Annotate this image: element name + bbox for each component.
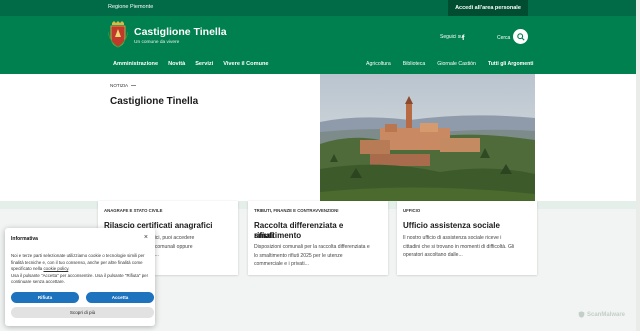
card-category[interactable]: UFFICIO (403, 208, 420, 213)
card-title[interactable]: Ufficio assistenza sociale (403, 221, 531, 231)
scrollbar[interactable] (636, 0, 640, 331)
nav-item-vivere-il-comune[interactable]: Vivere il Comune (223, 61, 268, 67)
cookie-text-line: Noi e terze parti selezionate utilizziam… (11, 253, 145, 258)
search-button[interactable] (513, 29, 528, 44)
watermark-text: ScanMalware (587, 311, 626, 318)
cookie-banner: Informativa × Noi e terze parti selezion… (5, 228, 155, 326)
service-card[interactable]: TRIBUTI, FINANZE E CONTRAVVENZIONI Racco… (248, 201, 388, 275)
card-category[interactable]: ANAGRAFE E STATO CIVILE (104, 208, 163, 213)
nav-item-novita[interactable]: Novità (168, 61, 185, 67)
hero-title[interactable]: Castiglione Tinella (110, 96, 198, 107)
site-tagline: Un comune da vivere (134, 40, 180, 45)
secondary-navigation: Agricoltura Biblioteca Giornale Castión … (366, 61, 533, 67)
top-bar: Regione Piemonte Accedi all'area persona… (0, 0, 640, 16)
card-description-line: Disposizioni comunali per la raccolta di… (254, 244, 370, 250)
municipal-crest-icon[interactable] (108, 20, 128, 48)
nav-item-giornale[interactable]: Giornale Castión (437, 61, 476, 67)
hero-village-photo (320, 74, 535, 201)
search-icon (516, 32, 525, 41)
watermark: ScanMalware (578, 311, 625, 318)
card-title-line[interactable]: rifiuti (254, 231, 382, 241)
card-description-line: Il nostro ufficio di assistenza sociale … (403, 235, 502, 241)
nav-item-servizi[interactable]: Servizi (195, 61, 213, 67)
facebook-icon[interactable]: f (462, 33, 468, 42)
nav-item-agricoltura[interactable]: Agricoltura (366, 61, 391, 67)
card-description-line: lo smaltimento rifiuti 2025 per le utenz… (254, 252, 343, 259)
main-navigation: Amministrazione Novità Servizi Vivere il… (113, 61, 279, 67)
region-link[interactable]: Regione Piemonte (108, 4, 153, 10)
nav-item-all-topics[interactable]: Tutti gli Argomenti (488, 61, 534, 67)
deny-button[interactable]: Rifiuta (11, 292, 79, 303)
site-title[interactable]: Castiglione Tinella (134, 26, 227, 38)
cookie-policy-link[interactable]: cookie policy (43, 266, 68, 271)
learn-more-button[interactable]: Scopri di più (11, 307, 154, 318)
cookie-text-fragment: specificato nella (11, 266, 43, 271)
card-category[interactable]: TRIBUTI, FINANZE E CONTRAVVENZIONI (254, 208, 338, 213)
personal-area-button[interactable]: Accedi all'area personale (448, 0, 528, 16)
card-description-line: cittadini che si trovano in momenti di d… (403, 243, 515, 250)
cookie-text-line: continuare senza accettare. (11, 279, 65, 284)
search-label: Cerca (497, 35, 511, 41)
site-header: Castiglione Tinella Un comune da vivere … (0, 16, 640, 74)
accept-button[interactable]: Accetta (86, 292, 154, 303)
news-badge: NOTIZIA (110, 83, 129, 88)
news-badge-row: NOTIZIA (110, 83, 137, 88)
nav-item-amministrazione[interactable]: Amministrazione (113, 61, 158, 67)
card-description-line: operatori ascoltano dalle... (403, 252, 463, 258)
shield-icon (578, 311, 585, 318)
nav-item-biblioteca[interactable]: Biblioteca (403, 61, 426, 67)
cookie-text: Noi e terze parti selezionate utilizziam… (11, 253, 152, 286)
service-card[interactable]: UFFICIO Ufficio assistenza sociale Il no… (397, 201, 537, 275)
close-icon[interactable]: × (144, 234, 148, 241)
card-description-line: commerciale e i privati... (254, 261, 309, 267)
follow-us-label: Seguici su (440, 34, 464, 40)
badge-divider (131, 85, 137, 86)
cookie-title: Informativa (11, 236, 38, 242)
